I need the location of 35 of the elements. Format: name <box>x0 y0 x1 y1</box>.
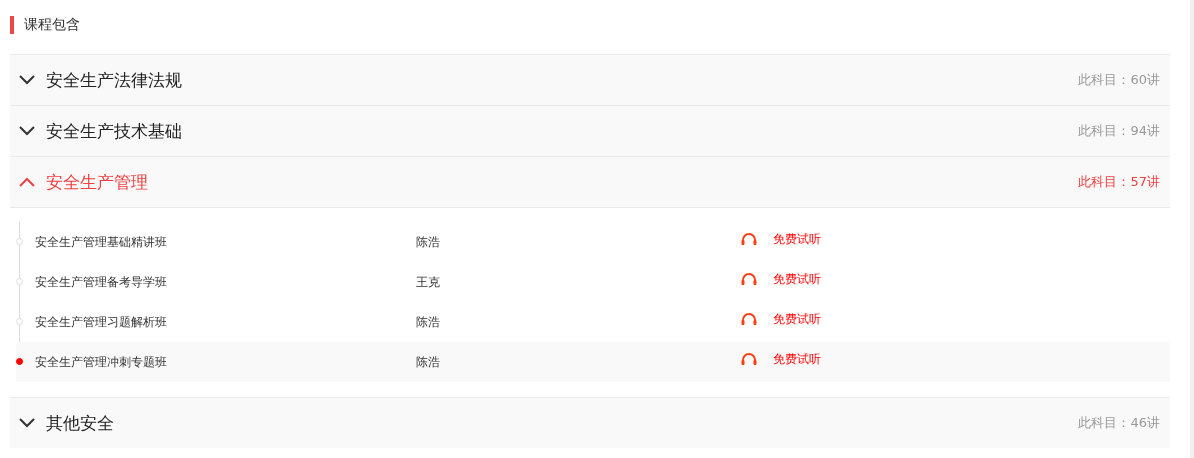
chevron-down-icon <box>18 125 36 137</box>
free-trial-link[interactable]: 免费试听 <box>773 230 821 248</box>
subject-header[interactable]: 安全生产法律法规 此科目：60讲 <box>10 54 1170 105</box>
subject-name: 安全生产法律法规 <box>46 68 183 92</box>
teacher-name: 陈浩 <box>416 233 441 251</box>
headphones-icon <box>741 232 757 246</box>
lecture-count: 此科目：46讲 <box>1078 414 1160 432</box>
accent-bar <box>10 16 14 34</box>
lesson-row[interactable]: 安全生产管理冲刺专题班 陈浩 免费试听 <box>16 342 1170 382</box>
subject-header[interactable]: 其他安全 此科目：46讲 <box>10 397 1170 448</box>
lecture-count: 此科目：60讲 <box>1078 71 1160 89</box>
subject-header[interactable]: 安全生产管理 此科目：57讲 <box>10 156 1170 208</box>
subject-name: 其他安全 <box>46 411 115 435</box>
subject-name: 安全生产管理 <box>46 170 149 194</box>
free-trial-link[interactable]: 免费试听 <box>773 270 821 288</box>
lecture-count: 此科目：57讲 <box>1078 173 1160 191</box>
free-trial-link[interactable]: 免费试听 <box>773 350 821 368</box>
teacher-name: 陈浩 <box>416 353 441 371</box>
lesson-name[interactable]: 安全生产管理习题解析班 <box>35 313 416 331</box>
headphones-icon <box>741 312 757 326</box>
headphones-icon <box>741 272 757 286</box>
chevron-down-icon <box>18 417 36 429</box>
lecture-count: 此科目：94讲 <box>1078 122 1160 140</box>
teacher-name: 王克 <box>416 273 441 291</box>
chevron-down-icon <box>18 74 36 86</box>
lesson-name[interactable]: 安全生产管理冲刺专题班 <box>35 353 416 371</box>
lesson-name[interactable]: 安全生产管理备考导学班 <box>35 273 416 291</box>
section-title: 课程包含 <box>24 16 80 34</box>
subject-name: 安全生产技术基础 <box>46 119 183 143</box>
subject-header[interactable]: 安全生产技术基础 此科目：94讲 <box>10 105 1170 156</box>
lesson-name[interactable]: 安全生产管理基础精讲班 <box>35 233 416 251</box>
teacher-name: 陈浩 <box>416 313 441 331</box>
free-trial-link[interactable]: 免费试听 <box>773 310 821 328</box>
chevron-up-icon <box>18 176 36 188</box>
headphones-icon <box>741 352 757 366</box>
